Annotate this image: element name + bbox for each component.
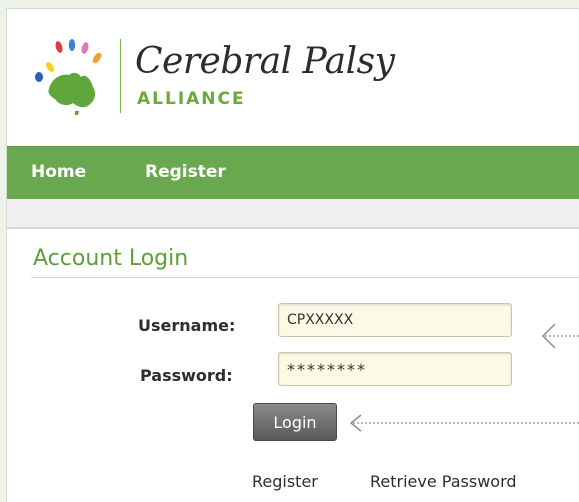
- password-label: Password:: [140, 366, 233, 385]
- username-input[interactable]: [278, 303, 512, 337]
- australia-map-with-colored-drops-icon: [35, 39, 102, 115]
- logo-divider: [120, 39, 121, 113]
- register-link[interactable]: Register: [252, 472, 318, 491]
- login-button[interactable]: Login: [253, 403, 337, 441]
- page-title: Account Login: [33, 246, 189, 271]
- password-input[interactable]: [278, 352, 512, 386]
- dotted-arrow-left-icon: [349, 414, 579, 432]
- site-header: Cerebral Palsy ALLIANCE: [7, 9, 579, 144]
- dotted-arrow-left-icon: [541, 323, 579, 349]
- brand-name: Cerebral Palsy: [135, 41, 395, 82]
- nav-register-link[interactable]: Register: [145, 162, 226, 182]
- page-container: Cerebral Palsy ALLIANCE Home Register Ac…: [6, 8, 579, 502]
- retrieve-password-link[interactable]: Retrieve Password: [370, 472, 517, 491]
- nav-home-link[interactable]: Home: [31, 162, 86, 182]
- sub-bar: [7, 199, 579, 229]
- brand-subtitle: ALLIANCE: [137, 89, 246, 109]
- main-nav: Home Register: [7, 146, 579, 200]
- username-label: Username:: [138, 316, 236, 335]
- title-divider: [31, 277, 579, 278]
